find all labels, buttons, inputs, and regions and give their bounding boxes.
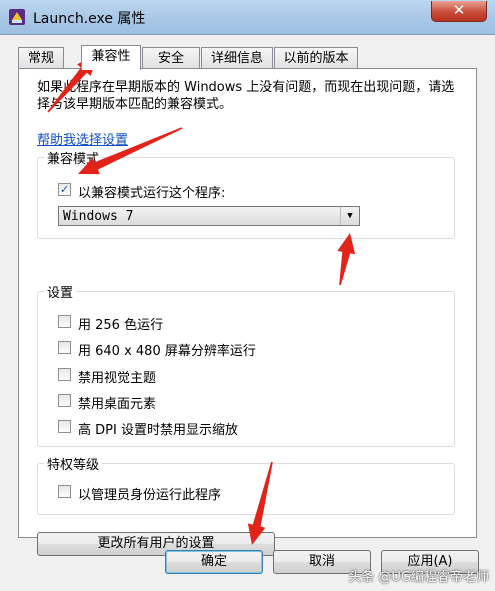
setting-label: 用 640 x 480 屏幕分辨率运行: [78, 344, 256, 359]
ok-button[interactable]: 确定: [165, 550, 263, 574]
tab-label: 常规: [27, 51, 54, 66]
compat-os-value: Windows 7: [63, 209, 134, 224]
chevron-down-icon[interactable]: ▼: [340, 207, 359, 225]
compat-mode-group: 兼容模式 ✓ 以兼容模式运行这个程序: Windows 7 ▼: [37, 148, 455, 239]
checkbox-box[interactable]: ✓: [58, 183, 71, 196]
setting-label: 用 256 色运行: [78, 318, 164, 333]
checkbox-box[interactable]: [58, 341, 71, 354]
close-button[interactable]: ✕: [431, 1, 487, 22]
watermark: 头条 @UG编程睿帝老师: [348, 570, 489, 585]
tab-label: 安全: [157, 51, 184, 66]
run-as-admin-label: 以管理员身份运行此程序: [78, 488, 222, 503]
tab-security[interactable]: 安全: [142, 47, 200, 68]
checkbox-box[interactable]: [58, 485, 71, 498]
app-icon: [9, 9, 25, 25]
description-text: 如果此程序在早期版本的 Windows 上没有问题，而现在出现问题，请选择与该早…: [37, 80, 455, 112]
tab-general[interactable]: 常规: [18, 47, 64, 68]
window-title: Launch.exe 属性: [33, 11, 146, 27]
settings-group: 设置 用 256 色运行 用 640 x 480 屏幕分辨率运行 禁用视觉主题 …: [37, 282, 455, 447]
help-me-choose-link[interactable]: 帮助我选择设置: [37, 129, 128, 148]
tab-previous-versions[interactable]: 以前的版本: [274, 47, 358, 68]
compat-mode-label: 以兼容模式运行这个程序:: [78, 186, 226, 201]
checkmark-icon: ✓: [59, 183, 70, 196]
privilege-group: 特权等级 以管理员身份运行此程序: [37, 454, 455, 515]
compat-os-select[interactable]: Windows 7 ▼: [58, 206, 360, 226]
setting-label: 禁用桌面元素: [78, 397, 157, 412]
compatibility-panel: 如果此程序在早期版本的 Windows 上没有问题，而现在出现问题，请选择与该早…: [18, 68, 477, 556]
tab-details[interactable]: 详细信息: [201, 47, 273, 68]
checkbox-box[interactable]: [58, 420, 71, 433]
setting-label: 禁用视觉主题: [78, 371, 157, 386]
setting-label: 高 DPI 设置时禁用显示缩放: [78, 423, 238, 438]
checkbox-box[interactable]: [58, 368, 71, 381]
tab-compatibility[interactable]: 兼容性: [81, 45, 141, 70]
settings-group-label: 设置: [44, 282, 77, 301]
checkbox-box[interactable]: [58, 394, 71, 407]
compat-mode-group-label: 兼容模式: [44, 148, 103, 167]
privilege-group-label: 特权等级: [44, 454, 103, 473]
tab-label: 以前的版本: [283, 51, 349, 66]
tab-label: 详细信息: [210, 51, 263, 66]
properties-dialog: 常规 兼容性 安全 详细信息 以前的版本 如果此程序在早期版本的 Windows…: [0, 35, 495, 591]
title-bar: Launch.exe 属性 ✕: [0, 0, 495, 35]
close-icon: ✕: [452, 1, 466, 19]
tab-label: 兼容性: [91, 49, 131, 64]
checkbox-box[interactable]: [58, 315, 71, 328]
